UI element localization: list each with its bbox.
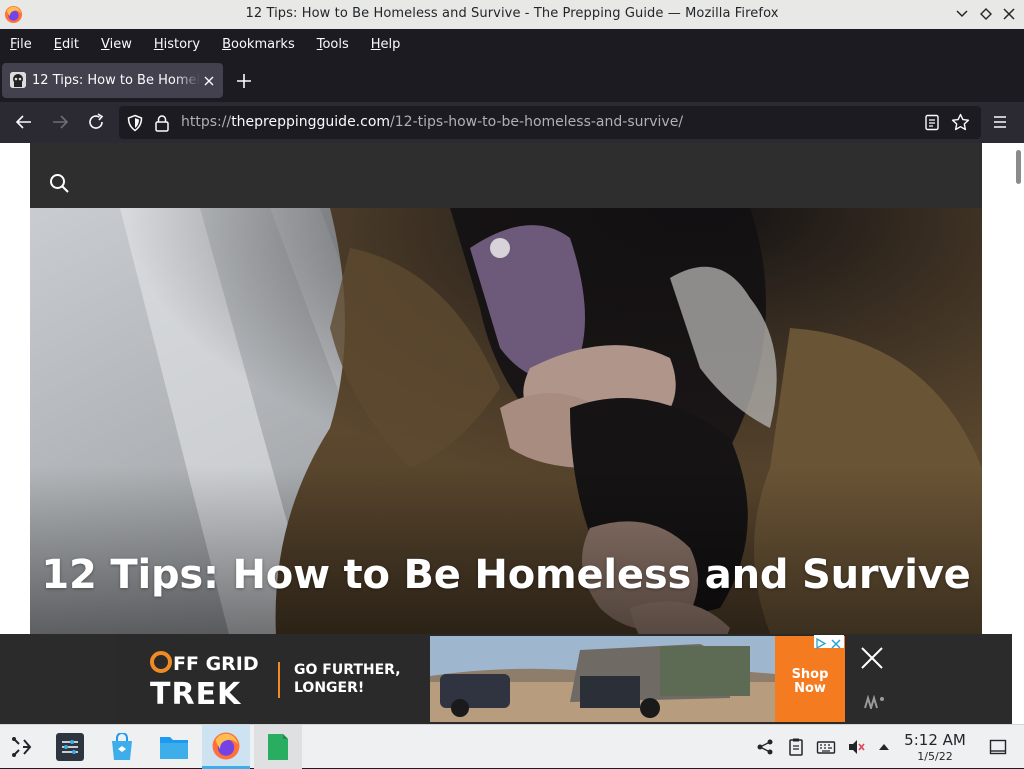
firefox-icon xyxy=(212,732,240,759)
menu-help[interactable]: Help xyxy=(371,37,401,52)
menu-bookmarks[interactable]: Bookmarks xyxy=(222,37,295,52)
taskbar-discover-store[interactable] xyxy=(100,725,144,769)
system-taskbar: 5:12 AM 1/5/22 xyxy=(0,724,1024,769)
maximize-button[interactable] xyxy=(977,5,995,23)
show-desktop-icon[interactable] xyxy=(988,737,1008,757)
clock-date[interactable]: 1/5/22 xyxy=(896,750,974,763)
url-bar[interactable]: https://thepreppingguide.com/12-tips-how… xyxy=(119,106,981,139)
menu-tools[interactable]: Tools xyxy=(317,37,349,52)
site-favicon-icon xyxy=(10,72,26,88)
article-title: 12 Tips: How to Be Homeless and Survive xyxy=(41,552,971,598)
ad-divider xyxy=(278,662,280,698)
ad-choices-icon[interactable] xyxy=(814,635,844,650)
svg-text:FF GRID: FF GRID xyxy=(173,653,259,675)
ad-cta-line2: Now xyxy=(794,681,826,696)
network-share-icon[interactable] xyxy=(755,737,775,757)
forward-arrow-icon[interactable] xyxy=(50,112,70,132)
navigation-toolbar: https://thepreppingguide.com/12-tips-how… xyxy=(0,102,1024,143)
bookmark-star-icon[interactable] xyxy=(951,113,970,132)
document-icon xyxy=(268,734,288,760)
keyboard-icon[interactable] xyxy=(816,737,836,757)
reload-icon[interactable] xyxy=(86,112,106,132)
advertisement[interactable]: FF GRID TREK GO FURTHER, LONGER! Shop No xyxy=(117,634,845,724)
tab-strip: 12 Tips: How to Be Homeless and Survive … xyxy=(0,60,1024,102)
settings-sliders-icon xyxy=(56,733,84,761)
reader-view-icon[interactable] xyxy=(924,114,940,131)
minimize-button[interactable] xyxy=(953,5,971,23)
search-icon[interactable] xyxy=(49,173,70,194)
url-domain: thepreppingguide.com xyxy=(231,114,391,130)
taskbar-file-manager[interactable] xyxy=(152,725,196,769)
chevron-down-icon xyxy=(956,10,968,18)
taskbar-system-settings[interactable] xyxy=(48,725,92,769)
ad-close-icon[interactable] xyxy=(860,646,884,670)
menu-file[interactable]: File xyxy=(10,37,32,52)
ad-tagline-line2: LONGER! xyxy=(294,680,365,696)
close-window-button[interactable] xyxy=(1000,5,1018,23)
taskbar-document-app[interactable] xyxy=(254,725,302,769)
tracking-shield-icon[interactable] xyxy=(126,114,144,132)
url-path: /12-tips-how-to-be-homeless-and-survive/ xyxy=(390,114,684,130)
clock-time[interactable]: 5:12 AM xyxy=(896,731,974,749)
ad-network-logo xyxy=(864,695,884,709)
scrollbar-thumb[interactable] xyxy=(1016,150,1021,184)
folder-icon xyxy=(160,737,188,759)
new-tab-plus-icon[interactable] xyxy=(234,71,254,91)
lock-icon[interactable] xyxy=(154,114,170,132)
page-scrollbar[interactable] xyxy=(1012,143,1024,724)
menu-view[interactable]: View xyxy=(101,37,132,52)
tab-active[interactable]: 12 Tips: How to Be Homeless and Survive … xyxy=(2,63,223,98)
url-text[interactable]: https://thepreppingguide.com/12-tips-how… xyxy=(181,114,683,130)
ad-cta-line1: Shop xyxy=(791,667,829,682)
shopping-bag-icon xyxy=(112,733,132,760)
menu-edit[interactable]: Edit xyxy=(54,37,79,52)
hamburger-menu-icon[interactable] xyxy=(990,112,1010,132)
menu-bar: File Edit View History Bookmarks Tools H… xyxy=(0,29,1024,60)
clipboard-icon[interactable] xyxy=(786,737,806,757)
ad-tagline-line1: GO FURTHER, xyxy=(294,662,401,678)
site-header xyxy=(30,143,982,208)
application-launcher-button[interactable] xyxy=(0,725,44,769)
close-icon xyxy=(1003,8,1015,20)
menu-history[interactable]: History xyxy=(154,37,200,52)
volume-muted-icon[interactable] xyxy=(846,737,866,757)
tab-close-icon[interactable] xyxy=(201,73,217,89)
taskbar-firefox[interactable] xyxy=(202,725,250,769)
tray-expand-arrow-icon[interactable] xyxy=(874,737,894,757)
window-title: 12 Tips: How to Be Homeless and Survive … xyxy=(245,6,779,21)
svg-text:TREK: TREK xyxy=(150,677,242,710)
tab-title: 12 Tips: How to Be Homeless and Survive … xyxy=(32,73,200,88)
url-scheme: https:// xyxy=(181,114,232,130)
back-arrow-icon[interactable] xyxy=(14,112,34,132)
window-titlebar: 12 Tips: How to Be Homeless and Survive … xyxy=(0,0,1024,29)
hero-image: 12 Tips: How to Be Homeless and Survive xyxy=(30,208,982,677)
hero-photo xyxy=(30,208,982,677)
ad-trailer-photo xyxy=(430,636,775,722)
ad-tagline: GO FURTHER, LONGER! xyxy=(294,661,401,697)
off-grid-trek-logo: FF GRID TREK xyxy=(150,651,259,710)
diamond-icon xyxy=(980,8,992,20)
kde-launcher-icon xyxy=(12,737,32,757)
